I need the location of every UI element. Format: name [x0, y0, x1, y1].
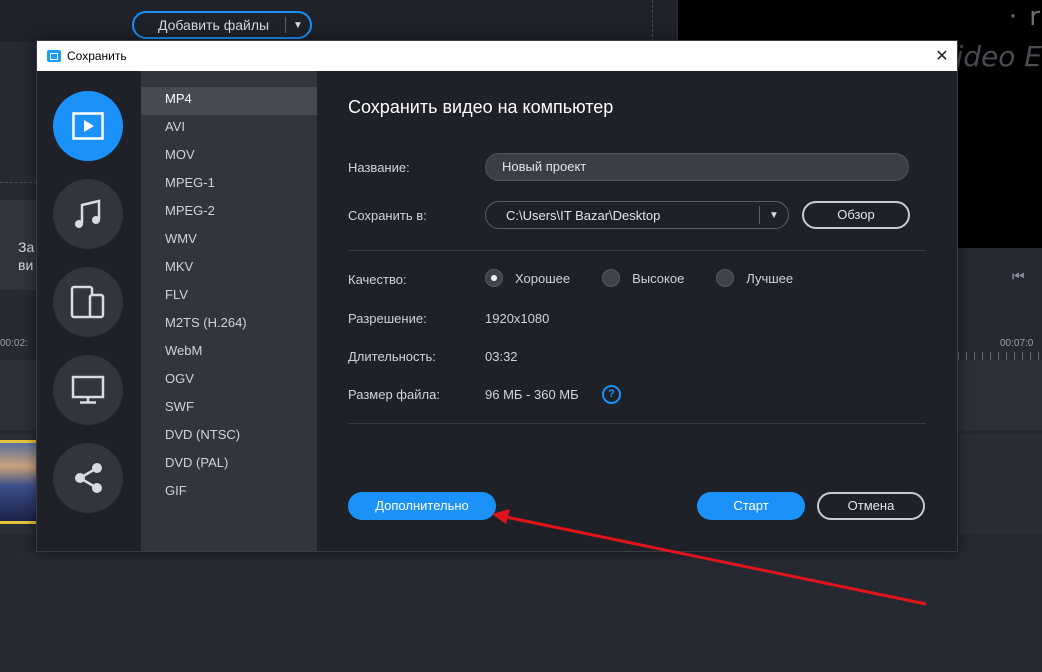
panel-divider-horizontal [0, 182, 37, 183]
section-divider [348, 423, 926, 424]
duration-label: Длительность: [348, 349, 436, 364]
format-list: MP4 AVI MOV MPEG-1 MPEG-2 WMV MKV FLV M2… [141, 71, 317, 551]
export-category-list [37, 71, 141, 551]
side-tool-label: За ви [18, 239, 35, 273]
export-settings-panel: Сохранить видео на компьютер Название: Н… [317, 71, 957, 551]
timeline-time-left: 00:02: [0, 338, 28, 349]
panel-divider [652, 0, 653, 42]
quality-option-label: Высокое [632, 270, 685, 286]
format-item-ogv[interactable]: OGV [141, 367, 317, 395]
add-files-button[interactable]: Добавить файлы ▼ [132, 11, 312, 39]
radio-icon[interactable] [602, 269, 621, 287]
save-to-label: Сохранить в: [348, 208, 427, 223]
category-video[interactable] [53, 91, 123, 161]
video-play-icon [72, 112, 104, 140]
quality-label: Качество: [348, 272, 407, 287]
app-icon [47, 50, 61, 62]
category-share[interactable] [53, 443, 123, 513]
section-divider [348, 250, 926, 251]
category-audio[interactable] [53, 179, 123, 249]
format-item-dvd-ntsc[interactable]: DVD (NTSC) [141, 423, 317, 451]
chevron-down-icon[interactable]: ▼ [286, 20, 310, 31]
format-item-gif[interactable]: GIF [141, 479, 317, 507]
category-devices[interactable] [53, 267, 123, 337]
timeline-clip[interactable] [0, 440, 37, 524]
format-item-webm[interactable]: WebM [141, 339, 317, 367]
skip-back-icon[interactable]: ⏮ [1012, 268, 1025, 285]
page-title: Сохранить видео на компьютер [348, 97, 614, 117]
save-path-value: C:\Users\IT Bazar\Desktop [506, 207, 661, 223]
format-item-swf[interactable]: SWF [141, 395, 317, 423]
resolution-label: Разрешение: [348, 311, 427, 326]
radio-icon[interactable] [716, 269, 735, 287]
format-item-mpeg1[interactable]: MPEG-1 [141, 171, 317, 199]
format-item-mp4[interactable]: MP4 [141, 87, 317, 115]
share-icon [75, 463, 102, 493]
name-label: Название: [348, 160, 410, 175]
filesize-value: 96 МБ - 360 МБ [485, 387, 579, 402]
resolution-value: 1920x1080 [485, 311, 550, 326]
format-item-m2ts[interactable]: M2TS (H.264) [141, 311, 317, 339]
music-note-icon [75, 199, 101, 228]
dialog-title: Сохранить [67, 49, 127, 63]
close-icon[interactable]: ✕ [927, 41, 957, 71]
chevron-down-icon[interactable]: ▼ [760, 210, 788, 221]
quality-option-good[interactable]: Хорошее [485, 269, 570, 287]
format-item-mpeg2[interactable]: MPEG-2 [141, 199, 317, 227]
timeline-ruler [958, 352, 1042, 360]
quality-option-label: Хорошее [515, 270, 571, 286]
save-path-select[interactable]: C:\Users\IT Bazar\Desktop ▼ [485, 201, 789, 229]
format-item-dvd-pal[interactable]: DVD (PAL) [141, 451, 317, 479]
cancel-button[interactable]: Отмена [817, 492, 925, 520]
quality-option-label: Лучшее [746, 270, 794, 286]
media-panel-header [0, 0, 676, 42]
format-item-avi[interactable]: AVI [141, 115, 317, 143]
quality-radio-group: Хорошее Высокое Лучшее [485, 269, 825, 287]
project-name-input[interactable]: Новый проект [485, 153, 909, 181]
duration-value: 03:32 [485, 349, 518, 364]
browse-button[interactable]: Обзор [802, 201, 910, 229]
dialog-titlebar: Сохранить ✕ [37, 41, 957, 71]
preview-logo: · r [1008, 2, 1042, 32]
add-files-label: Добавить файлы [157, 17, 270, 33]
save-dialog: Сохранить ✕ MP4 AVI MOV MPEG-1 MPEG-2 WM… [36, 40, 958, 552]
start-button[interactable]: Старт [697, 492, 805, 520]
filesize-label: Размер файла: [348, 387, 440, 402]
quality-option-best[interactable]: Лучшее [716, 269, 793, 287]
monitor-icon [71, 375, 105, 404]
category-tv[interactable] [53, 355, 123, 425]
devices-icon [70, 285, 105, 319]
format-item-flv[interactable]: FLV [141, 283, 317, 311]
format-item-mov[interactable]: MOV [141, 143, 317, 171]
radio-selected-icon[interactable] [485, 269, 503, 287]
help-icon[interactable]: ? [602, 385, 621, 404]
timeline-time-right: 00:07:0 [1000, 338, 1034, 349]
format-item-wmv[interactable]: WMV [141, 227, 317, 255]
quality-option-high[interactable]: Высокое [602, 269, 684, 287]
format-item-mkv[interactable]: MKV [141, 255, 317, 283]
advanced-button[interactable]: Дополнительно [348, 492, 496, 520]
